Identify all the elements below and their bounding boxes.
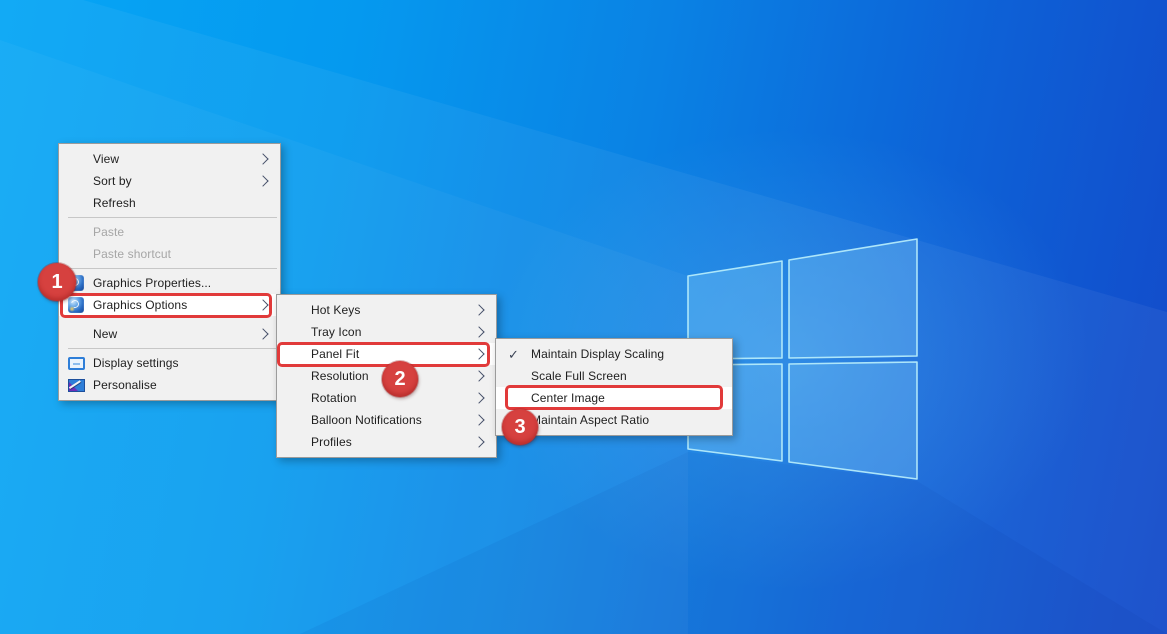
menu-item-label: New bbox=[93, 327, 118, 341]
menu-item-gutter bbox=[496, 348, 531, 361]
menu-item-paste[interactable]: Paste bbox=[59, 221, 280, 243]
menu-item-label: Resolution bbox=[311, 369, 369, 383]
submenu-arrow-icon bbox=[257, 153, 269, 165]
menu-item-label: Maintain Aspect Ratio bbox=[531, 413, 650, 427]
menu-item-new[interactable]: New bbox=[59, 323, 280, 345]
menu-item-display-settings[interactable]: Display settings bbox=[59, 352, 280, 374]
menu-separator bbox=[68, 217, 277, 218]
menu-item-label: Profiles bbox=[311, 435, 352, 449]
menu-spacer bbox=[59, 316, 280, 323]
menu-item-tray-icon[interactable]: Tray Icon bbox=[277, 321, 496, 343]
submenu-arrow-icon bbox=[473, 326, 485, 338]
menu-item-label: Paste shortcut bbox=[93, 247, 172, 261]
menu-item-graphics-properties[interactable]: Graphics Properties... bbox=[59, 272, 280, 294]
panel-fit-submenu: Maintain Display Scaling Scale Full Scree… bbox=[495, 338, 733, 436]
menu-item-label: Paste bbox=[93, 225, 125, 239]
menu-item-label: Scale Full Screen bbox=[531, 369, 627, 383]
menu-item-label: Balloon Notifications bbox=[311, 413, 422, 427]
menu-item-balloon-notifications[interactable]: Balloon Notifications bbox=[277, 409, 496, 431]
menu-item-personalise[interactable]: Personalise bbox=[59, 374, 280, 396]
intel-graphics-icon bbox=[68, 275, 84, 291]
menu-item-resolution[interactable]: Resolution bbox=[277, 365, 496, 387]
menu-item-label: View bbox=[93, 152, 120, 166]
menu-item-maintain-aspect-ratio[interactable]: Maintain Aspect Ratio bbox=[496, 409, 732, 431]
menu-item-label: Maintain Display Scaling bbox=[531, 347, 665, 361]
menu-item-label: Refresh bbox=[93, 196, 136, 210]
menu-item-gutter bbox=[59, 356, 93, 370]
menu-item-maintain-display-scaling[interactable]: Maintain Display Scaling bbox=[496, 343, 732, 365]
menu-item-label: Graphics Properties... bbox=[93, 276, 212, 290]
menu-item-label: Tray Icon bbox=[311, 325, 362, 339]
menu-item-graphics-options[interactable]: Graphics Options bbox=[59, 294, 280, 316]
desktop-context-menu: View Sort by Refresh Paste Paste shortcut Gra… bbox=[58, 143, 281, 401]
menu-item-label: Center Image bbox=[531, 391, 605, 405]
menu-item-hot-keys[interactable]: Hot Keys bbox=[277, 299, 496, 321]
menu-item-gutter bbox=[59, 297, 93, 313]
submenu-arrow-icon bbox=[473, 304, 485, 316]
menu-item-scale-full-screen[interactable]: Scale Full Screen bbox=[496, 365, 732, 387]
submenu-arrow-icon bbox=[473, 370, 485, 382]
menu-item-refresh[interactable]: Refresh bbox=[59, 192, 280, 214]
windows-logo-pane bbox=[788, 361, 918, 480]
submenu-arrow-icon bbox=[473, 414, 485, 426]
menu-item-label: Sort by bbox=[93, 174, 132, 188]
intel-graphics-icon bbox=[68, 297, 84, 313]
menu-item-center-image[interactable]: Center Image bbox=[496, 387, 732, 409]
menu-item-label: Display settings bbox=[93, 356, 179, 370]
menu-item-view[interactable]: View bbox=[59, 148, 280, 170]
menu-item-label: Graphics Options bbox=[93, 298, 188, 312]
windows-logo-pane bbox=[788, 238, 918, 359]
submenu-arrow-icon bbox=[257, 175, 269, 187]
menu-item-rotation[interactable]: Rotation bbox=[277, 387, 496, 409]
menu-item-label: Rotation bbox=[311, 391, 357, 405]
menu-item-profiles[interactable]: Profiles bbox=[277, 431, 496, 453]
menu-item-label: Personalise bbox=[93, 378, 157, 392]
menu-item-label: Hot Keys bbox=[311, 303, 361, 317]
display-icon bbox=[67, 357, 85, 370]
checkmark-icon bbox=[508, 348, 519, 361]
graphics-options-submenu: Hot Keys Tray Icon Panel Fit Resolution Rota… bbox=[276, 294, 497, 458]
submenu-arrow-icon bbox=[473, 392, 485, 404]
personalise-icon bbox=[67, 379, 85, 392]
menu-separator bbox=[68, 268, 277, 269]
menu-item-sort-by[interactable]: Sort by bbox=[59, 170, 280, 192]
menu-item-gutter bbox=[59, 378, 93, 392]
menu-item-label: Panel Fit bbox=[311, 347, 360, 361]
menu-item-gutter bbox=[59, 275, 93, 291]
submenu-arrow-icon bbox=[257, 328, 269, 340]
menu-item-paste-shortcut[interactable]: Paste shortcut bbox=[59, 243, 280, 265]
submenu-arrow-icon bbox=[257, 299, 269, 311]
submenu-arrow-icon bbox=[473, 436, 485, 448]
desktop-wallpaper[interactable]: View Sort by Refresh Paste Paste shortcut Gra… bbox=[0, 0, 1167, 634]
submenu-arrow-icon bbox=[473, 348, 485, 360]
menu-item-panel-fit[interactable]: Panel Fit bbox=[277, 343, 496, 365]
menu-separator bbox=[68, 348, 277, 349]
